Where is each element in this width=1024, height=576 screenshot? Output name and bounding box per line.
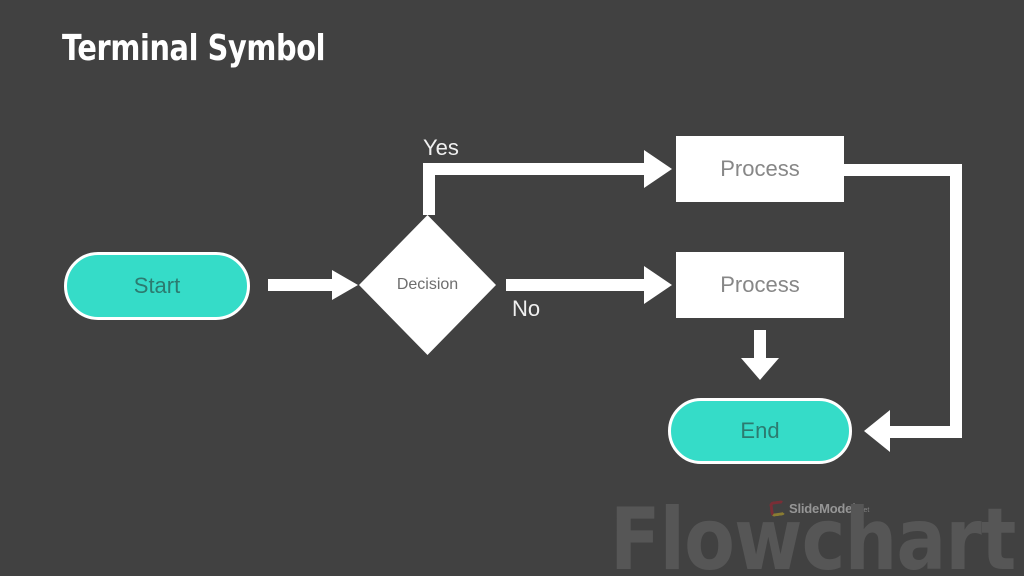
watermark-title: Flowchart [610, 490, 1016, 576]
flowchart-node-start[interactable]: Start [64, 252, 250, 320]
node-label-process-2: Process [720, 272, 800, 297]
slide-canvas: Terminal Symbol Yes No Start Decision Pr… [0, 0, 1024, 576]
flowchart-node-process-1[interactable]: Process [676, 136, 844, 202]
node-label-start: Start [133, 273, 181, 298]
flowchart-node-end[interactable]: End [668, 398, 852, 464]
connector-start-to-decision [268, 270, 358, 300]
connector-process-2-to-end [741, 330, 779, 380]
edge-label-yes: Yes [423, 135, 459, 160]
flowchart-node-decision[interactable]: Decision [359, 215, 496, 355]
flowchart-node-process-2[interactable]: Process [676, 252, 844, 318]
node-label-process-1: Process [720, 156, 800, 181]
edge-label-no: No [512, 296, 541, 321]
node-label-end: End [740, 418, 780, 443]
connector-process-1-loop-to-end [844, 164, 962, 452]
connector-decision-to-process-1 [423, 150, 672, 215]
node-label-decision: Decision [396, 276, 459, 293]
